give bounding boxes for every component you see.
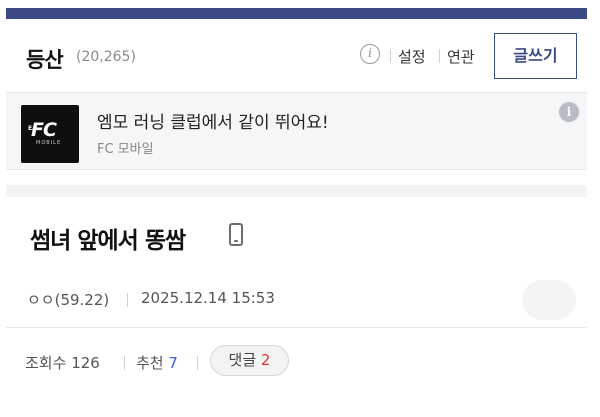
view-count: 조회수 126 <box>25 352 100 373</box>
separator <box>390 49 391 63</box>
comment-label: 댓글 <box>228 351 257 369</box>
mobile-logo-text: MOBILE <box>36 140 62 146</box>
related-link[interactable]: 연관 <box>447 46 475 67</box>
info-circle-icon[interactable]: i <box>360 44 380 64</box>
view-count-label: 조회수 <box>25 354 67 372</box>
fc-mobile-logo: EA FC MOBILE <box>21 105 79 163</box>
view-count-value: 126 <box>71 354 100 372</box>
board-name[interactable]: 등산 <box>26 44 64 74</box>
board-post-count: (20,265) <box>76 49 136 65</box>
ad-banner[interactable]: EA FC MOBILE 엠모 러닝 클럽에서 같이 뛰어요! FC 모바일 i <box>6 92 587 170</box>
mobile-phone-icon <box>229 223 243 246</box>
write-post-button[interactable]: 글쓰기 <box>494 33 577 79</box>
recommend-count: 추천 7 <box>136 352 178 373</box>
info-filled-icon[interactable]: i <box>559 102 579 122</box>
recommend-label: 추천 <box>136 354 164 372</box>
separator <box>127 293 128 307</box>
fc-logo-text: FC <box>31 119 57 141</box>
ad-title[interactable]: 엠모 러닝 클럽에서 같이 뛰어요! <box>97 108 329 133</box>
section-divider <box>6 185 587 197</box>
post-date: 2025.12.14 15:53 <box>141 289 275 307</box>
comment-count-button[interactable]: 댓글 2 <box>210 345 289 376</box>
top-accent-bar <box>6 8 587 19</box>
post-title: 썸녀 앞에서 똥쌈 <box>30 228 186 254</box>
separator <box>124 356 125 370</box>
ad-advertiser: FC 모바일 <box>97 142 154 157</box>
recommend-value: 7 <box>168 354 178 372</box>
avatar <box>522 280 576 320</box>
settings-link[interactable]: 설정 <box>398 46 426 67</box>
separator <box>197 356 198 370</box>
separator <box>439 49 440 63</box>
comment-count-value: 2 <box>260 351 271 369</box>
divider <box>6 327 587 328</box>
post-author[interactable]: ㅇㅇ(59.22) <box>27 289 109 310</box>
